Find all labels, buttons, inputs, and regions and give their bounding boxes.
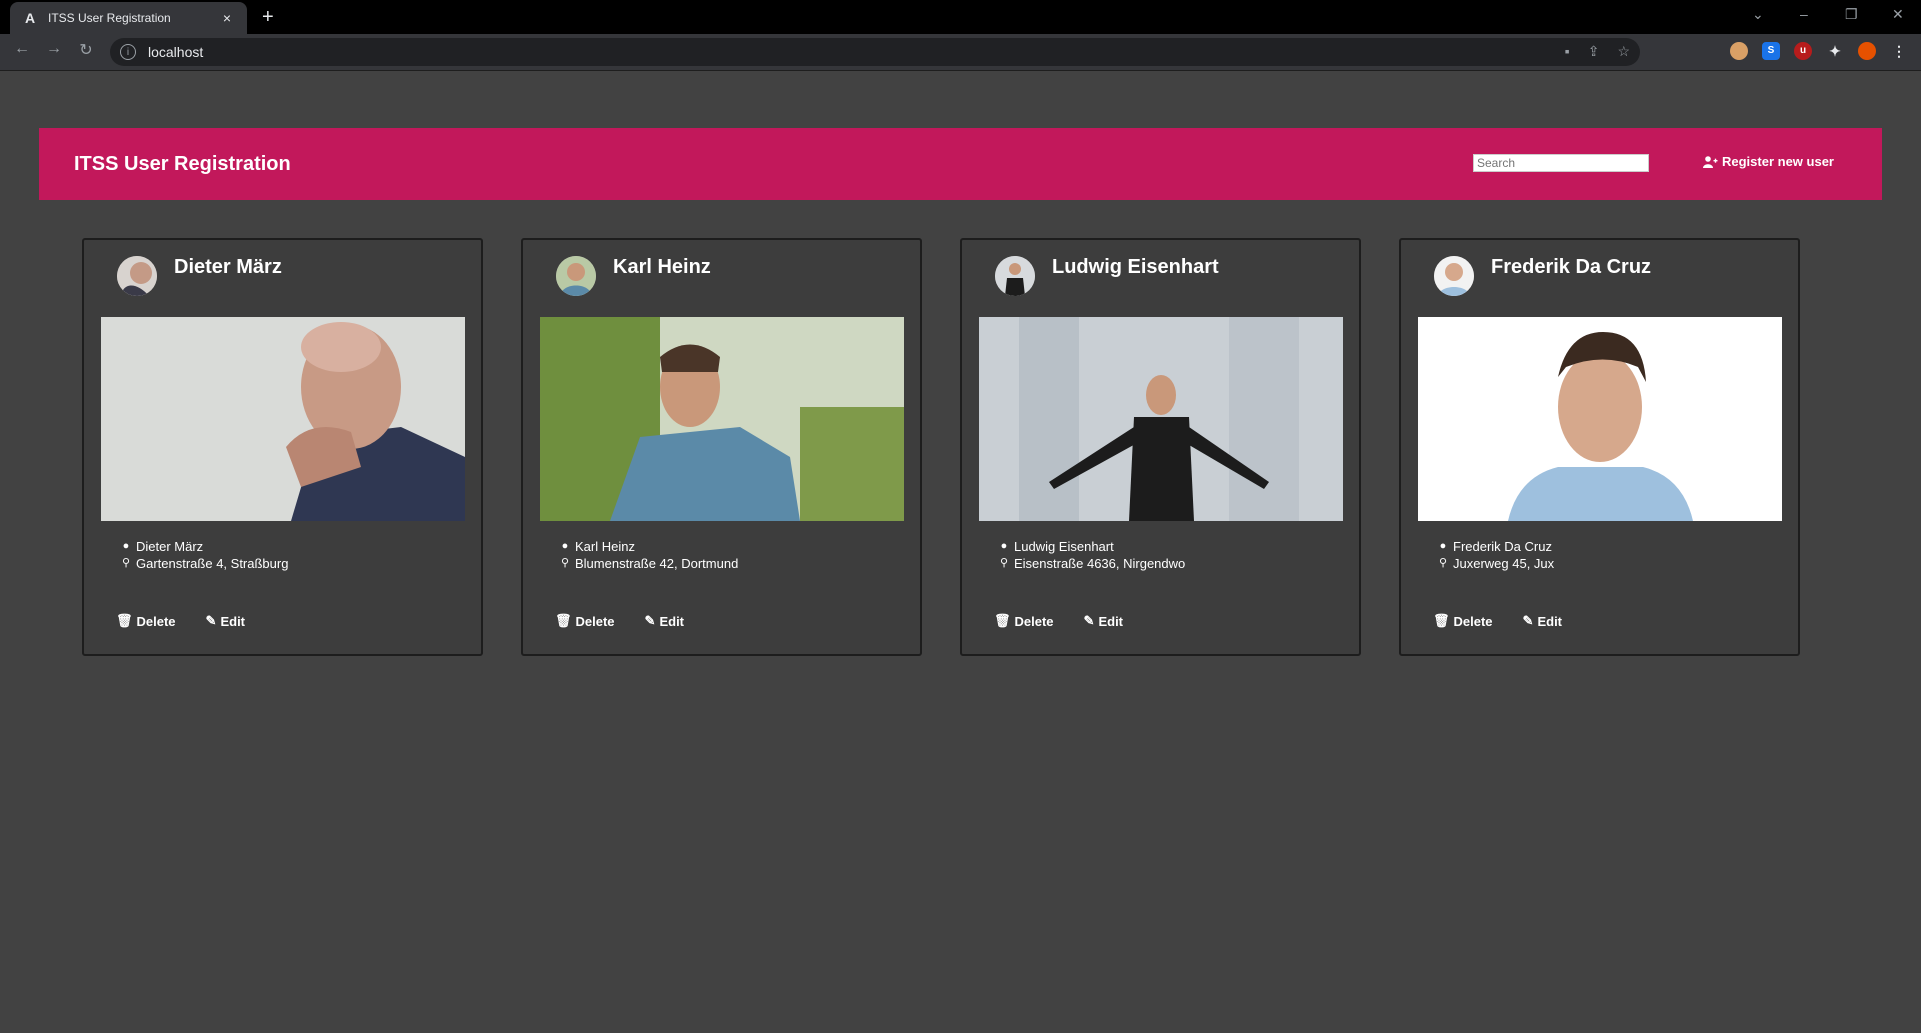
delete-button[interactable]: 🗑 Delete [994, 613, 1054, 629]
delete-button[interactable]: 🗑 Delete [555, 613, 615, 629]
reload-icon[interactable]: ↻ [74, 40, 98, 60]
person-icon: ● [561, 540, 569, 552]
pencil-icon: ✎ [644, 613, 656, 628]
person-icon: ● [1000, 540, 1008, 552]
register-user-button[interactable]: Register new user [1703, 154, 1834, 169]
delete-label: Delete [1014, 613, 1054, 629]
location-pin-icon: ⚲ [999, 557, 1009, 569]
edit-button[interactable]: ✎ Edit [645, 613, 684, 629]
card-title: Dieter März [174, 256, 282, 278]
user-photo [101, 317, 465, 521]
user-name-row: ● Ludwig Eisenhart [998, 538, 1185, 555]
register-user-label: Register new user [1722, 154, 1834, 169]
forward-arrow-icon[interactable]: → [42, 40, 66, 58]
user-name: Karl Heinz [575, 539, 635, 554]
edit-label: Edit [1537, 613, 1563, 629]
tab-close-icon[interactable]: × [219, 10, 235, 26]
user-card: Karl Heinz ● Karl Heinz ⚲ Blumenstraße 4… [521, 238, 922, 656]
user-card: Frederik Da Cruz ● Frederik Da Cruz ⚲ Ju… [1399, 238, 1800, 656]
pencil-icon: ✎ [1083, 613, 1095, 628]
location-pin-icon: ⚲ [121, 557, 131, 569]
camera-icon[interactable]: ▪ [1565, 43, 1570, 60]
trash-icon: 🗑 [1433, 613, 1450, 628]
avatar [995, 256, 1035, 296]
browser-tabbar: A ITSS User Registration × + ⌄ – ❐ ✕ [0, 0, 1921, 34]
user-name: Ludwig Eisenhart [1014, 539, 1114, 554]
card-title: Karl Heinz [613, 256, 711, 278]
browser-toolbar: ← → ↻ i localhost ▪ ⇪ ☆ S u ✦ ⋮ [0, 34, 1921, 71]
restore-button[interactable]: ❐ [1845, 6, 1858, 23]
avatar [556, 256, 596, 296]
address-bar[interactable]: i localhost ▪ ⇪ ☆ [110, 38, 1640, 66]
trash-icon: 🗑 [994, 613, 1011, 628]
edit-button[interactable]: ✎ Edit [206, 613, 245, 629]
bookmark-star-icon[interactable]: ☆ [1617, 43, 1630, 60]
user-address: Gartenstraße 4, Straßburg [136, 556, 289, 571]
user-card: Dieter März ● Dieter März ⚲ Gartenstraße… [82, 238, 483, 656]
card-title: Frederik Da Cruz [1491, 256, 1652, 278]
user-card: Ludwig Eisenhart ● Ludwig Eisenhart ⚲ Ei… [960, 238, 1361, 656]
add-user-icon [1703, 155, 1718, 168]
user-address: Eisenstraße 4636, Nirgendwo [1014, 556, 1186, 571]
user-address-row: ⚲ Gartenstraße 4, Straßburg [120, 555, 288, 572]
person-icon: ● [1439, 540, 1447, 552]
edit-label: Edit [1098, 613, 1124, 629]
back-arrow-icon[interactable]: ← [10, 40, 34, 58]
user-name-row: ● Karl Heinz [559, 538, 738, 555]
minimize-button[interactable]: – [1800, 6, 1808, 22]
location-pin-icon: ⚲ [560, 557, 570, 569]
card-title: Ludwig Eisenhart [1052, 256, 1219, 278]
pencil-icon: ✎ [205, 613, 217, 628]
user-address-row: ⚲ Juxerweg 45, Jux [1437, 555, 1554, 572]
app-header: ITSS User Registration Register new user [39, 128, 1882, 200]
trash-icon: 🗑 [116, 613, 133, 628]
avatar [1434, 256, 1474, 296]
browser-menu-icon[interactable]: ⋮ [1890, 42, 1908, 60]
avatar [117, 256, 157, 296]
edit-label: Edit [659, 613, 685, 629]
user-address: Juxerweg 45, Jux [1453, 556, 1555, 571]
delete-button[interactable]: 🗑 Delete [1433, 613, 1493, 629]
extension-s-icon[interactable]: S [1762, 42, 1780, 60]
window-close-button[interactable]: ✕ [1892, 6, 1904, 23]
user-name: Dieter März [136, 539, 204, 554]
delete-label: Delete [1453, 613, 1493, 629]
extension-face-icon[interactable] [1730, 42, 1748, 60]
user-photo [979, 317, 1343, 521]
ublock-icon[interactable]: u [1794, 42, 1812, 60]
user-name: Frederik Da Cruz [1453, 539, 1552, 554]
share-icon[interactable]: ⇪ [1588, 43, 1600, 60]
new-tab-button[interactable]: + [262, 6, 274, 29]
user-photo [540, 317, 904, 521]
person-icon: ● [122, 540, 130, 552]
edit-label: Edit [220, 613, 246, 629]
delete-button[interactable]: 🗑 Delete [116, 613, 176, 629]
user-address-row: ⚲ Eisenstraße 4636, Nirgendwo [998, 555, 1185, 572]
user-address-row: ⚲ Blumenstraße 42, Dortmund [559, 555, 738, 572]
extensions-puzzle-icon[interactable]: ✦ [1826, 42, 1844, 60]
edit-button[interactable]: ✎ Edit [1084, 613, 1123, 629]
search-input[interactable] [1473, 154, 1649, 172]
location-pin-icon: ⚲ [1438, 557, 1448, 569]
tab-favicon-icon: A [24, 10, 36, 26]
browser-tab[interactable]: A ITSS User Registration × [10, 2, 247, 34]
address-url: localhost [148, 44, 204, 60]
tab-title: ITSS User Registration [48, 11, 171, 25]
delete-label: Delete [136, 613, 176, 629]
user-name-row: ● Frederik Da Cruz [1437, 538, 1554, 555]
pencil-icon: ✎ [1522, 613, 1534, 628]
app-title: ITSS User Registration [74, 152, 291, 175]
tab-search-icon[interactable]: ⌄ [1752, 6, 1764, 23]
trash-icon: 🗑 [555, 613, 572, 628]
user-address: Blumenstraße 42, Dortmund [575, 556, 739, 571]
edit-button[interactable]: ✎ Edit [1523, 613, 1562, 629]
user-name-row: ● Dieter März [120, 538, 288, 555]
user-photo [1418, 317, 1782, 521]
profile-avatar[interactable] [1858, 42, 1876, 60]
delete-label: Delete [575, 613, 615, 629]
site-info-icon[interactable]: i [120, 44, 136, 60]
